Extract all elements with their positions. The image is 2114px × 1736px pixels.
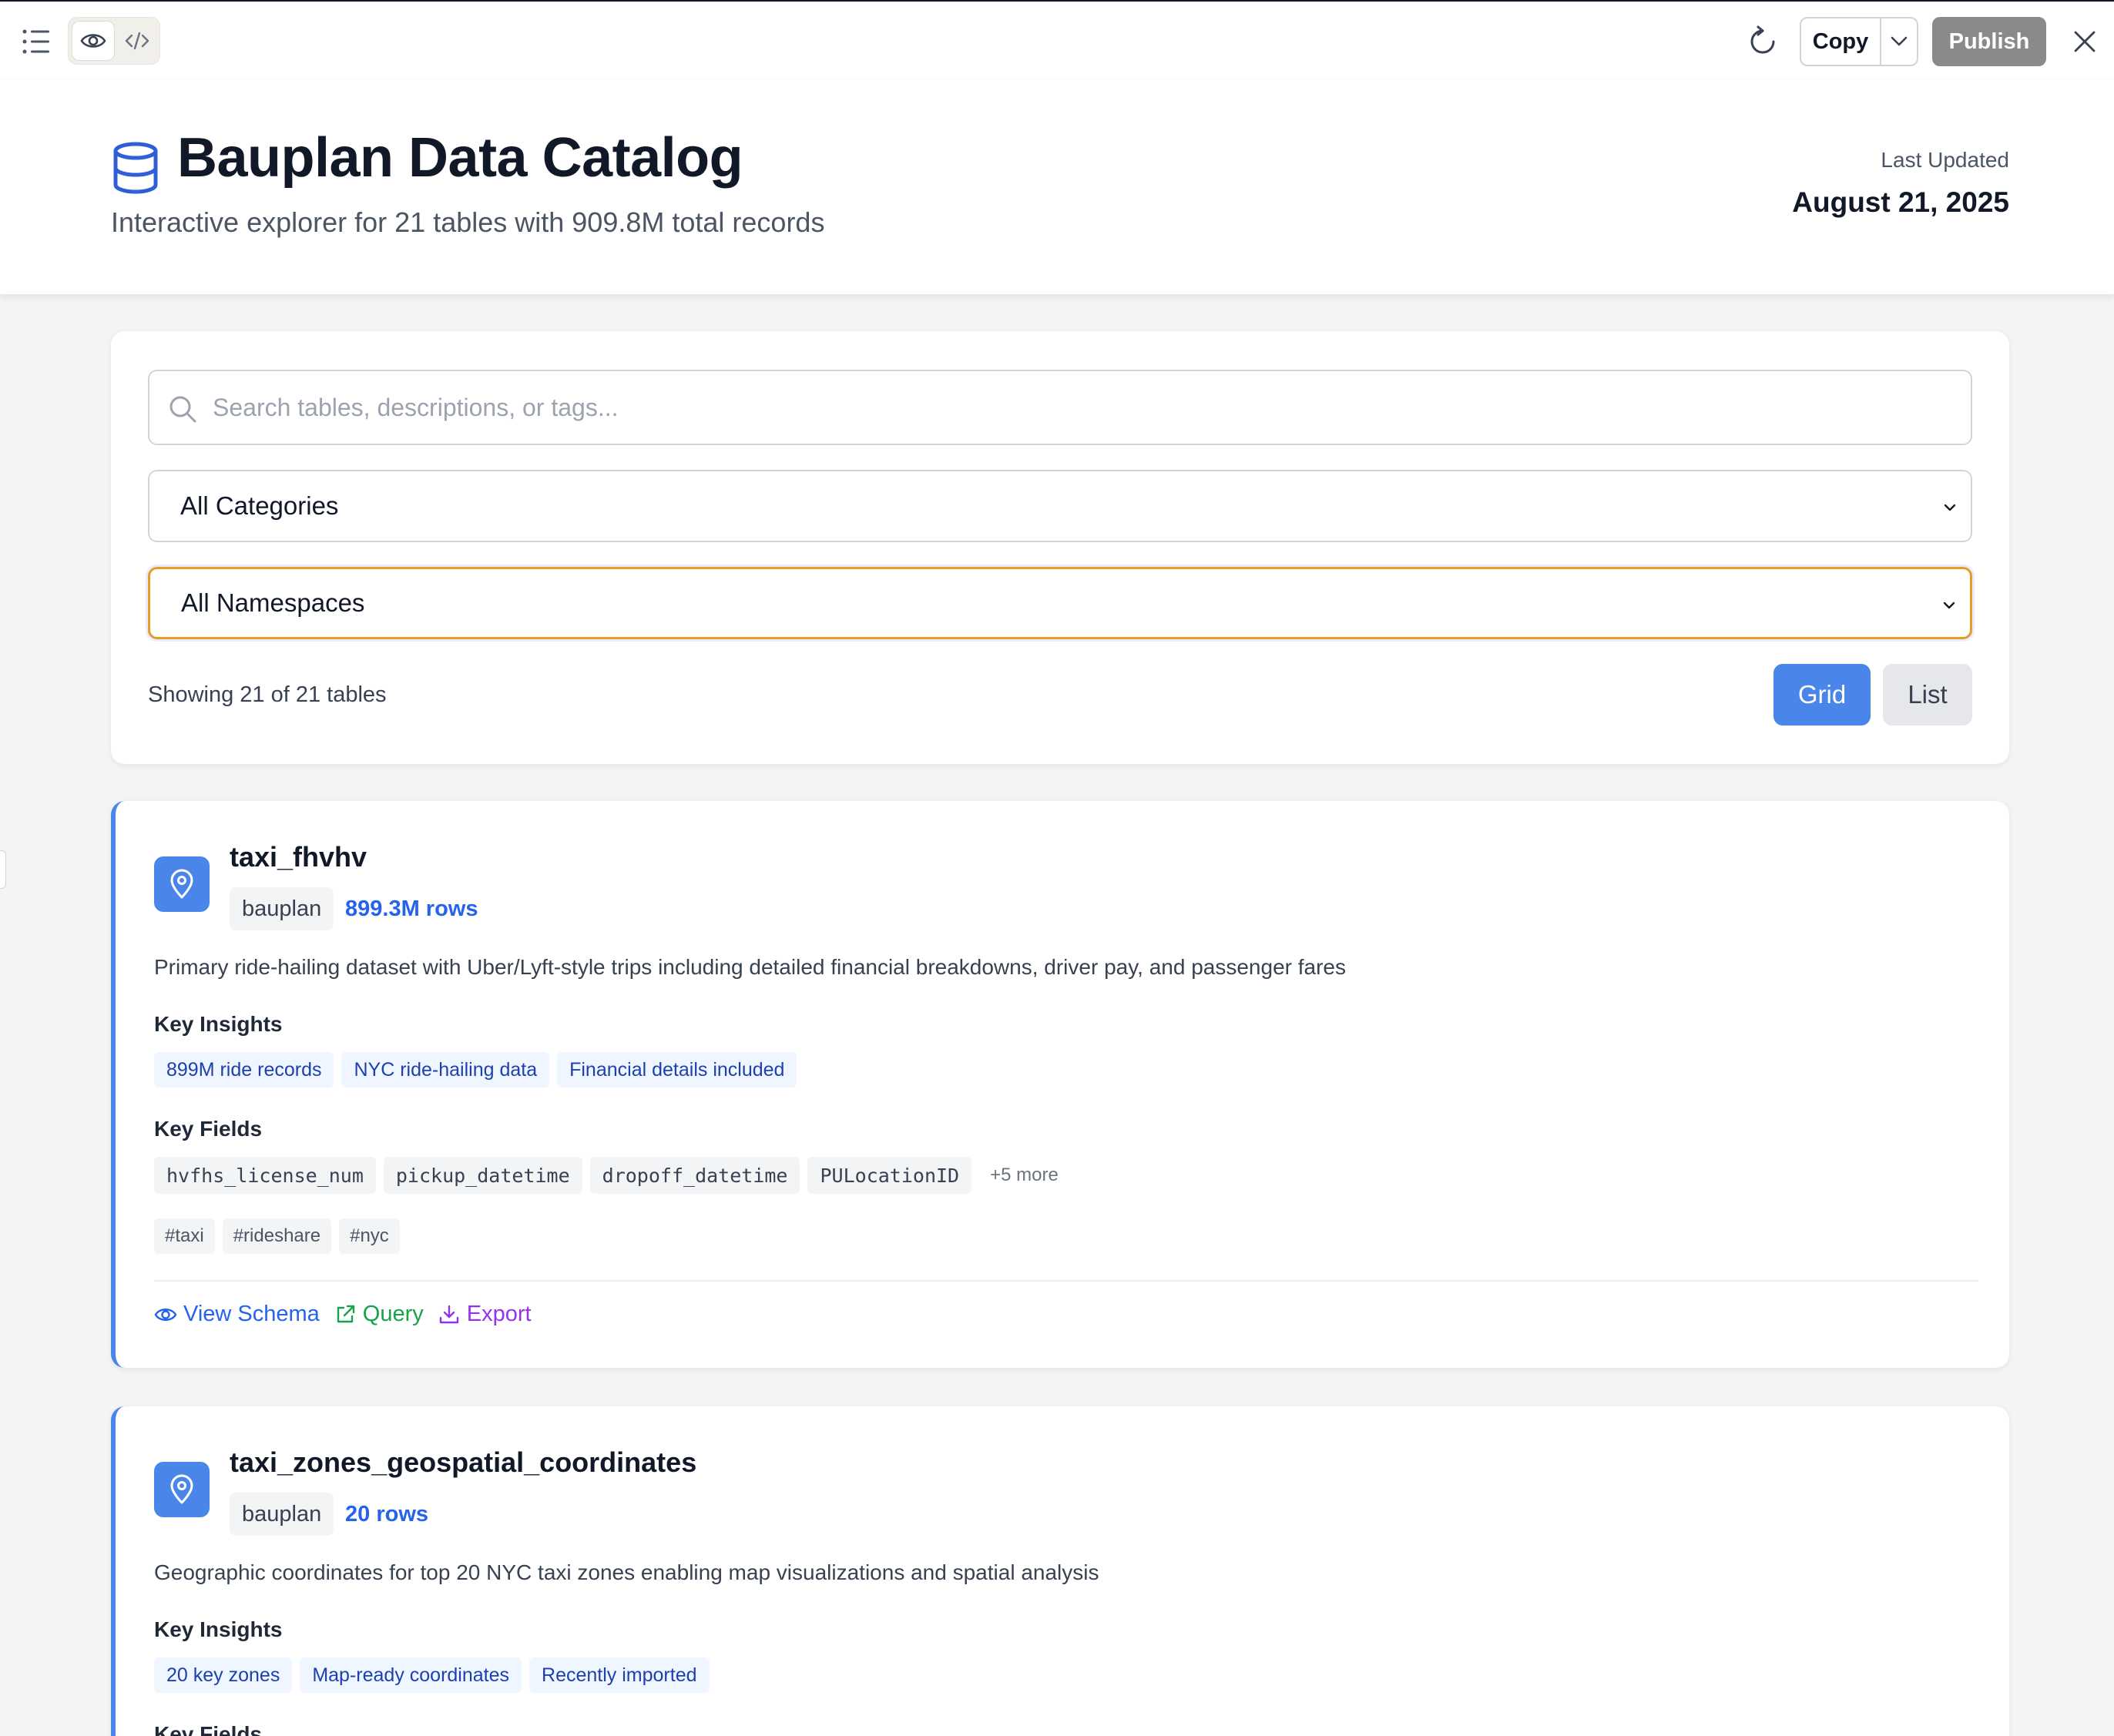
table-description: Primary ride-hailing dataset with Uber/L…	[154, 955, 1346, 979]
download-icon	[439, 1305, 458, 1323]
field-chip: pickup_datetime	[383, 1157, 582, 1194]
view-schema-label: View Schema	[183, 1302, 320, 1326]
eye-icon	[154, 1308, 177, 1321]
table-name[interactable]: taxi_zones_geospatial_coordinates	[230, 1446, 696, 1479]
view-schema-button[interactable]: View Schema	[154, 1302, 320, 1327]
database-icon	[113, 142, 158, 194]
map-pin-icon	[170, 869, 193, 899]
key-fields-label: Key Fields	[154, 1722, 263, 1736]
code-view-button[interactable]	[116, 21, 158, 61]
map-pin-icon	[170, 1474, 193, 1504]
refresh-icon[interactable]	[1746, 25, 1780, 59]
list-icon[interactable]	[22, 28, 52, 55]
search-icon	[169, 396, 196, 423]
table-card-icon	[154, 1462, 210, 1517]
preview-button[interactable]	[72, 21, 115, 61]
card-divider	[154, 1280, 1978, 1282]
chevron-down-icon	[1944, 504, 1956, 511]
grid-view-button[interactable]: Grid	[1773, 664, 1871, 726]
namespace-select-value: All Namespaces	[181, 588, 365, 617]
last-updated-date: August 21, 2025	[1792, 186, 2009, 218]
list-view-button[interactable]: List	[1883, 664, 1972, 726]
key-insights-label: Key Insights	[154, 1617, 283, 1641]
page-header: Bauplan Data Catalog Interactive explore…	[0, 80, 2114, 294]
chevron-down-icon	[1891, 36, 1908, 46]
table-description: Geographic coordinates for top 20 NYC ta…	[154, 1560, 1099, 1584]
insight-list: 899M ride records NYC ride-hailing data …	[154, 1052, 797, 1088]
row-count: 899.3M rows	[345, 896, 478, 921]
key-fields-label: Key Fields	[154, 1117, 263, 1141]
tag-chip[interactable]: #taxi	[154, 1218, 215, 1254]
namespace-select[interactable]: All Namespaces	[148, 567, 1972, 639]
export-label: Export	[466, 1302, 532, 1326]
row-count: 20 rows	[345, 1501, 428, 1527]
field-list: hvfhs_license_num pickup_datetime dropof…	[154, 1157, 1059, 1194]
table-card[interactable]: taxi_fhvhv bauplan 899.3M rows Primary r…	[111, 801, 2009, 1368]
chevron-down-icon	[1943, 602, 1955, 609]
insight-chip: NYC ride-hailing data	[341, 1052, 550, 1088]
insight-chip: Financial details included	[557, 1052, 797, 1088]
table-card-icon	[154, 856, 210, 912]
insight-chip: 20 key zones	[154, 1657, 293, 1693]
copy-button[interactable]: Copy	[1801, 18, 1881, 65]
search-input[interactable]	[213, 371, 1954, 444]
insight-chip: Map-ready coordinates	[300, 1657, 522, 1693]
result-count: Showing 21 of 21 tables	[148, 682, 387, 707]
eye-icon	[80, 34, 106, 48]
card-actions: View Schema Query Export	[154, 1302, 532, 1327]
filter-panel: All Categories All Namespaces Showing 21…	[111, 331, 2009, 764]
field-chip: PULocationID	[807, 1157, 972, 1194]
key-insights-label: Key Insights	[154, 1012, 283, 1036]
code-icon	[125, 32, 149, 50]
insight-list: 20 key zones Map-ready coordinates Recen…	[154, 1657, 710, 1693]
query-label: Query	[362, 1302, 424, 1326]
namespace-badge: bauplan	[230, 1493, 334, 1536]
export-button[interactable]: Export	[438, 1302, 532, 1327]
copy-options-button[interactable]	[1881, 18, 1917, 65]
copy-button-group: Copy	[1800, 17, 1918, 66]
preview-code-toggle	[68, 17, 160, 65]
tag-chip[interactable]: #rideshare	[222, 1218, 332, 1254]
category-select[interactable]: All Categories	[148, 470, 1972, 542]
page-title: Bauplan Data Catalog	[177, 127, 743, 189]
publish-button[interactable]: Publish	[1932, 17, 2046, 66]
query-button[interactable]: Query	[334, 1302, 424, 1327]
top-toolbar: Copy Publish	[0, 0, 2114, 80]
external-link-icon	[337, 1305, 354, 1322]
namespace-badge: bauplan	[230, 887, 334, 930]
search-box	[148, 370, 1972, 445]
close-icon[interactable]	[2071, 28, 2099, 55]
category-select-value: All Categories	[180, 491, 339, 520]
table-card[interactable]: taxi_zones_geospatial_coordinates baupla…	[111, 1406, 2009, 1736]
tag-list: #taxi #rideshare #nyc	[154, 1218, 400, 1254]
insight-chip: Recently imported	[529, 1657, 710, 1693]
page-subtitle: Interactive explorer for 21 tables with …	[111, 206, 825, 238]
table-name[interactable]: taxi_fhvhv	[230, 841, 367, 873]
field-chip: hvfhs_license_num	[154, 1157, 376, 1194]
field-chip: dropoff_datetime	[589, 1157, 800, 1194]
last-updated-label: Last Updated	[1881, 148, 2009, 172]
more-fields-link[interactable]: +5 more	[990, 1165, 1059, 1186]
side-drawer-handle[interactable]	[0, 850, 6, 889]
tag-chip[interactable]: #nyc	[339, 1218, 400, 1254]
insight-chip: 899M ride records	[154, 1052, 334, 1088]
